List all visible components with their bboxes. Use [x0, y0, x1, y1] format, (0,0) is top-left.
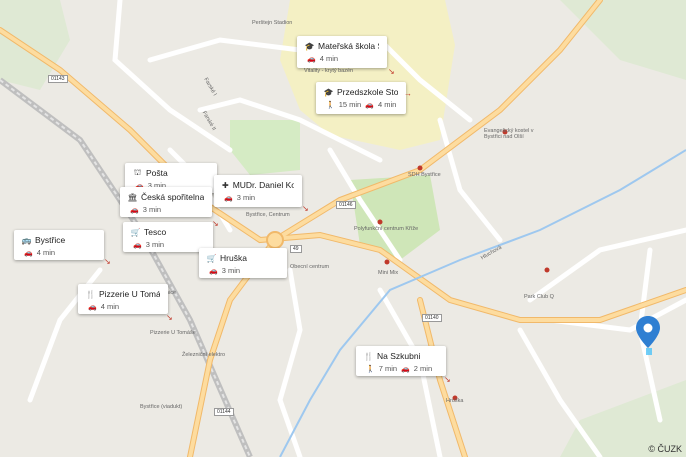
- car-icon: 🚗: [401, 365, 410, 373]
- poi-title: Na Szkubni: [377, 351, 421, 361]
- school-icon: 🎓: [305, 41, 315, 51]
- map-label: Perštejn Stadion: [252, 20, 293, 26]
- road-number: 01143: [48, 75, 68, 83]
- arrow-icon: ↘: [302, 204, 309, 213]
- poi-drive-time: 4 min: [100, 302, 120, 311]
- poi-card-hruska[interactable]: 🛒 Hruška 🚗 3 min: [199, 248, 287, 278]
- poi-drive-time: 4 min: [319, 54, 339, 63]
- bus-icon: 🚌: [22, 235, 32, 245]
- car-icon: 🚗: [133, 241, 142, 249]
- map-label: Vitality - krytý bazén: [304, 68, 354, 74]
- post-office-icon: ⛫: [133, 168, 142, 177]
- school-icon: 🎓: [324, 87, 334, 97]
- map-label: Evangelický kostel v Bystřici nad Olší: [484, 128, 534, 140]
- road-number: 49: [290, 245, 302, 253]
- map-label: Železniční elektro: [182, 352, 226, 358]
- map-label: Bystřice, Centrum: [246, 212, 290, 218]
- car-icon: 🚗: [365, 101, 374, 109]
- poi-drive-time: 3 min: [221, 266, 241, 275]
- car-icon: 🚗: [209, 267, 218, 275]
- map-label: SDH Bystřice: [408, 172, 441, 178]
- poi-title: Česká spořitelna: [141, 192, 204, 202]
- restaurant-icon: 🍴: [86, 289, 96, 299]
- map-label: Hruška: [446, 398, 464, 404]
- arrow-icon: →: [404, 89, 412, 98]
- poi-drive-time: 3 min: [236, 193, 256, 202]
- road-number: 01140: [422, 314, 442, 322]
- poi-title: Pizzerie U Tomáše: [99, 289, 160, 299]
- map-label: Mini Mix: [378, 270, 399, 276]
- poi-card-ceska-sporitelna[interactable]: 🏛 Česká spořitelna 🚗 3 min: [120, 187, 212, 217]
- poi-drive-time: 4 min: [36, 248, 56, 257]
- car-icon: 🚗: [224, 194, 233, 202]
- poi-card-na-szkubni[interactable]: 🍴 Na Szkubni 🚶 7 min 🚗 2 min: [356, 346, 446, 376]
- bank-icon: 🏛: [128, 192, 138, 202]
- poi-drive-time: 4 min: [377, 100, 397, 109]
- poi-card-mudr[interactable]: ✚MUDr. Daniel Kot... 🚗3 min: [214, 175, 302, 207]
- poi-card-bystrice[interactable]: 🚌 Bystřice 🚗 4 min: [14, 230, 104, 260]
- shopping-cart-icon: 🛒: [207, 253, 217, 263]
- map-label: Polyfunkční centrum Kříže: [354, 226, 419, 232]
- car-icon: 🚗: [307, 55, 316, 63]
- poi-title: MUDr. Daniel Kot...: [232, 180, 294, 190]
- map-label: Pizzerie U Tomáše: [150, 330, 196, 336]
- arrow-icon: ↘: [388, 67, 395, 76]
- restaurant-icon: 🍴: [364, 351, 374, 361]
- arrow-icon: ↘: [444, 375, 451, 384]
- poi-card-materska-skola[interactable]: 🎓Mateřská škola Sto... 🚗4 min: [297, 36, 387, 68]
- poi-title: Przedszkole Ston...: [337, 87, 398, 97]
- road-number: 01144: [214, 408, 234, 416]
- car-icon: 🚗: [130, 206, 139, 214]
- poi-title: Hruška: [220, 253, 247, 263]
- poi-drive-time: 3 min: [145, 240, 165, 249]
- poi-walk-time: 7 min: [378, 364, 398, 373]
- poi-title: Bystřice: [35, 235, 66, 245]
- walk-icon: 🚶: [366, 365, 375, 373]
- car-icon: 🚗: [24, 249, 33, 257]
- shopping-cart-icon: 🛒: [131, 227, 141, 237]
- car-icon: 🚗: [88, 303, 97, 311]
- map-label: Obecní centrum: [290, 264, 330, 270]
- poi-walk-time: 15 min: [338, 100, 362, 109]
- walk-icon: 🚶: [326, 101, 335, 109]
- map-label: Park Club Q: [524, 294, 554, 300]
- location-pin-icon[interactable]: [636, 316, 660, 356]
- poi-title: Tesco: [144, 227, 167, 237]
- poi-title: Mateřská škola Sto...: [318, 41, 379, 51]
- arrow-icon: ↘: [104, 257, 111, 266]
- poi-title: Pošta: [146, 168, 168, 178]
- arrow-icon: ↘: [166, 313, 173, 322]
- medical-icon: ✚: [222, 180, 229, 190]
- poi-drive-time: 3 min: [142, 205, 162, 214]
- poi-drive-time: 2 min: [413, 364, 433, 373]
- map-copyright: © ČUZK: [648, 444, 682, 454]
- poi-card-przedszkole[interactable]: 🎓Przedszkole Ston... 🚶15 min🚗4 min: [316, 82, 406, 114]
- road-number: 01146: [336, 201, 356, 209]
- map-label: Bystřice (viadukt): [140, 404, 183, 410]
- arrow-icon: ↘: [212, 219, 219, 228]
- poi-card-pizzerie[interactable]: 🍴Pizzerie U Tomáše 🚗4 min: [78, 284, 168, 314]
